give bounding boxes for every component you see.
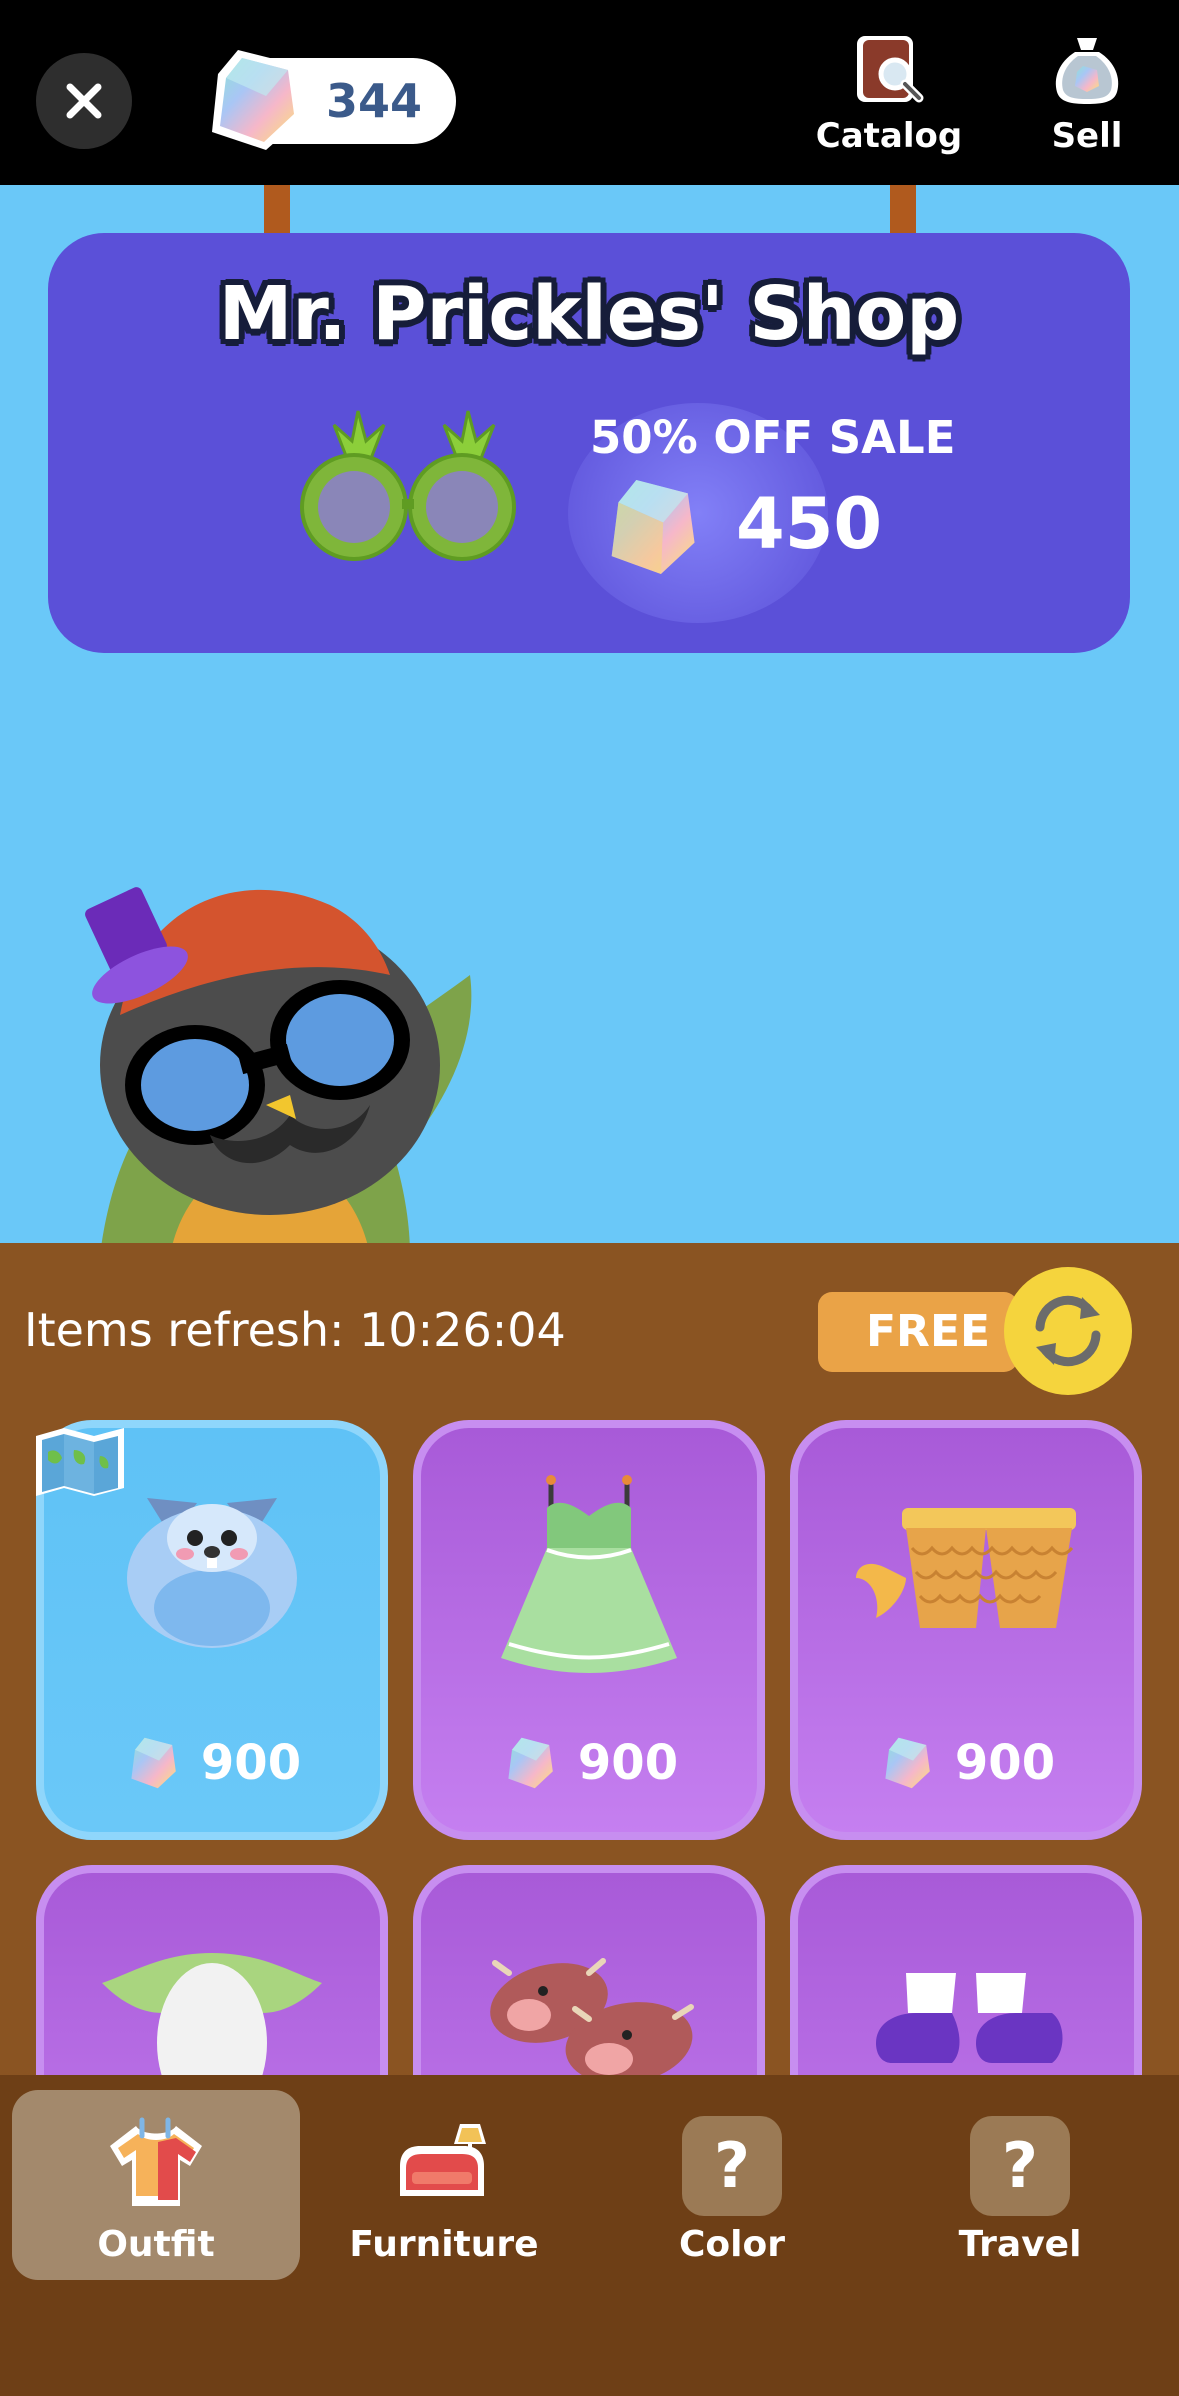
close-button[interactable] [36,53,132,149]
shirt-icon [110,2117,202,2206]
sale-price: 450 [736,483,883,565]
sofa-icon [400,2124,486,2196]
green-dress-art [421,1468,757,1682]
shop-item-card[interactable]: 900 [790,1420,1142,1840]
tab-color[interactable]: ? Color [588,2090,876,2280]
shop-item-card[interactable]: 900 [36,1420,388,1840]
free-refresh-button[interactable]: FREE [818,1292,1018,1372]
pineapple-glasses-icon[interactable] [298,401,518,571]
tab-color-label: Color [679,2224,785,2265]
sell-button[interactable]: Sell [1012,30,1162,156]
purple-shoes-art [798,1973,1134,2075]
gem-icon [508,1737,553,1789]
refresh-timer: Items refresh: 10:26:04 [24,1303,566,1357]
shop-item-card[interactable] [36,1865,388,2075]
question-icon: ? [970,2116,1070,2216]
gem-icon [885,1737,930,1789]
hedgehog-hood-art [44,1468,380,1662]
shark-suit-art [44,1943,380,2075]
catalog-icon [857,36,924,103]
money-bag-icon [1055,38,1119,104]
cow-slippers-art [421,1943,757,2075]
gem-count: 344 [326,74,423,128]
tab-furniture[interactable]: Furniture [300,2090,588,2280]
item-price: 900 [421,1730,757,1796]
gem-icon [212,50,302,150]
refresh-icon [1035,1295,1101,1367]
tab-travel[interactable]: ? Travel [876,2090,1164,2280]
question-icon: ? [682,2116,782,2216]
item-price: 900 [798,1730,1134,1796]
close-icon [66,83,102,119]
item-price-value: 900 [954,1735,1056,1791]
refresh-button[interactable] [1004,1267,1132,1395]
tab-travel-label: Travel [958,2224,1082,2265]
top-bar: 344 Catalog Sell [0,0,1179,185]
shop-sign: Mr. Prickles' Shop 50% OFF SALE 450 [48,233,1130,653]
sell-label: Sell [1051,116,1123,156]
gem-icon [611,479,695,575]
tab-outfit-label: Outfit [97,2224,215,2265]
shop-scene: Mr. Prickles' Shop 50% OFF SALE 450 [0,185,1179,1243]
catalog-label: Catalog [815,116,963,156]
shopkeeper-character [85,887,472,1243]
shop-floor: Items refresh: 10:26:04 FREE 900 900 900 [0,1243,1179,2075]
sale-label: 50% OFF SALE [590,411,956,464]
item-price: 900 [44,1730,380,1796]
catalog-button[interactable]: Catalog [814,30,964,156]
gem-icon [131,1737,176,1789]
shop-title: Mr. Prickles' Shop [218,271,960,357]
tab-furniture-label: Furniture [349,2224,539,2265]
shop-item-card[interactable] [790,1865,1142,2075]
item-price-value: 900 [200,1735,302,1791]
tab-outfit[interactable]: Outfit [12,2090,300,2280]
shop-item-card[interactable] [413,1865,765,2075]
item-price-value: 900 [577,1735,679,1791]
bottom-nav: Outfit Furniture ? Color ? Travel [0,2075,1179,2396]
shop-item-card[interactable]: 900 [413,1420,765,1840]
scale-shorts-art [798,1468,1134,1652]
